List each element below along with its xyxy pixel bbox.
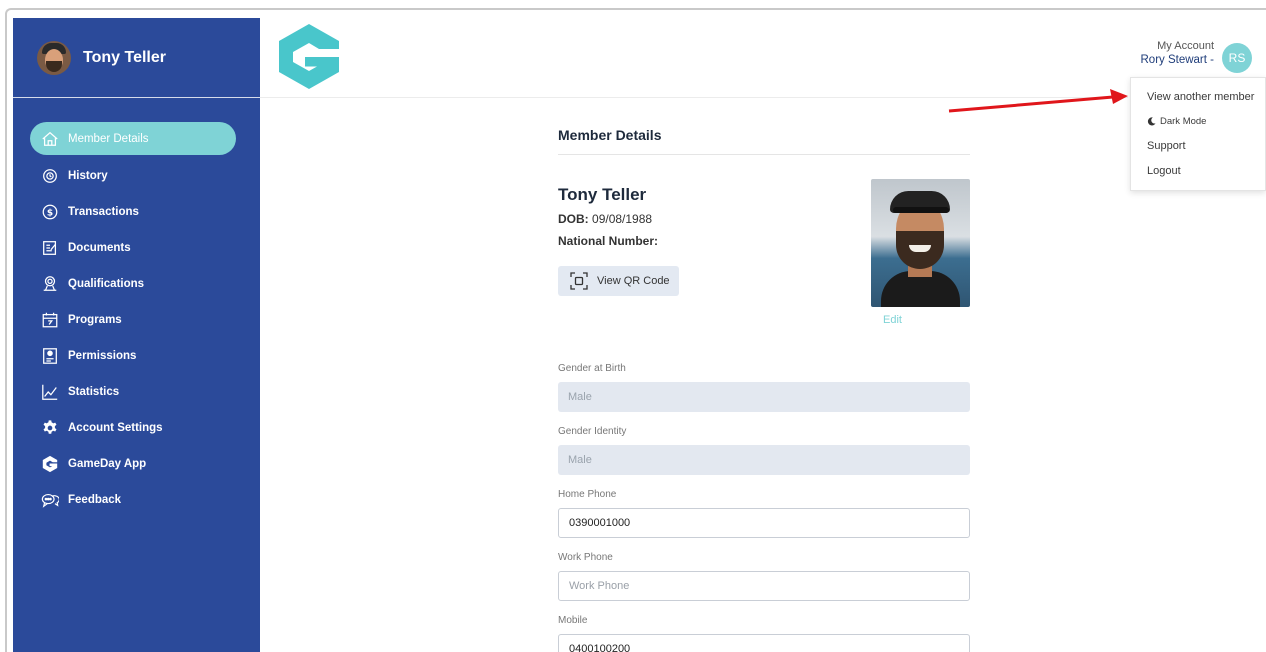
sidebar-item-label: Documents bbox=[68, 242, 131, 254]
sidebar-item-label: Programs bbox=[68, 314, 122, 326]
dob: DOB: 09/08/1988 bbox=[558, 212, 652, 226]
menu-item-view-another-member[interactable]: View another member bbox=[1147, 91, 1254, 103]
calendar-icon bbox=[41, 311, 59, 329]
sidebar-item-label: Transactions bbox=[68, 206, 139, 218]
sidebar-item-label: Statistics bbox=[68, 386, 120, 398]
page-title: Member Details bbox=[558, 127, 662, 143]
menu-item-logout[interactable]: Logout bbox=[1147, 165, 1181, 177]
document-icon bbox=[41, 239, 59, 257]
home-phone-label: Home Phone bbox=[558, 489, 617, 500]
avatar[interactable] bbox=[37, 40, 71, 75]
mobile-label: Mobile bbox=[558, 615, 588, 626]
dollar-icon: $ bbox=[41, 203, 59, 221]
account-avatar[interactable]: RS bbox=[1222, 43, 1252, 73]
edit-photo-link[interactable]: Edit bbox=[883, 314, 902, 326]
annotation-arrow bbox=[948, 89, 1128, 113]
svg-text:$: $ bbox=[47, 209, 53, 219]
sidebar-item-feedback[interactable]: Feedback bbox=[13, 482, 260, 518]
sidebar-item-permissions[interactable]: Permissions bbox=[13, 338, 260, 374]
menu-item-label: Dark Mode bbox=[1160, 116, 1207, 127]
work-phone-label: Work Phone bbox=[558, 552, 613, 563]
qr-scan-icon bbox=[570, 272, 588, 290]
statistics-icon bbox=[41, 383, 59, 401]
menu-item-dark-mode[interactable]: Dark Mode bbox=[1147, 116, 1206, 127]
gender-birth-field: Male bbox=[558, 382, 970, 412]
sidebar-item-label: GameDay App bbox=[68, 458, 147, 470]
permissions-icon bbox=[41, 347, 59, 365]
gender-identity-label: Gender Identity bbox=[558, 426, 627, 437]
sidebar-item-label: Account Settings bbox=[68, 422, 163, 434]
sidebar-item-member-details[interactable]: Member Details bbox=[30, 122, 236, 155]
menu-item-support[interactable]: Support bbox=[1147, 140, 1186, 152]
view-qr-code-button[interactable]: View QR Code bbox=[558, 266, 679, 296]
title-divider bbox=[558, 154, 970, 155]
account-dropdown: View another member Dark Mode Support Lo… bbox=[1130, 77, 1266, 191]
qr-button-label: View QR Code bbox=[597, 275, 670, 287]
account-menu-toggle[interactable]: My Account Rory Stewart - bbox=[1141, 40, 1215, 66]
sidebar-item-label: Qualifications bbox=[68, 278, 145, 290]
sidebar-item-programs[interactable]: Programs bbox=[13, 302, 260, 338]
sidebar-header: Tony Teller bbox=[13, 18, 260, 98]
gameday-logo-icon bbox=[41, 455, 59, 473]
qualification-icon bbox=[41, 275, 59, 293]
sidebar-user-name: Tony Teller bbox=[83, 48, 166, 66]
dob-label: DOB: bbox=[558, 212, 589, 226]
sidebar-item-transactions[interactable]: $ Transactions bbox=[13, 194, 260, 230]
sidebar-item-label: Permissions bbox=[68, 350, 137, 362]
member-photo bbox=[871, 179, 970, 307]
history-icon bbox=[41, 167, 59, 185]
national-number-label: National Number: bbox=[558, 234, 659, 248]
feedback-icon bbox=[41, 491, 59, 509]
sidebar-item-documents[interactable]: Documents bbox=[13, 230, 260, 266]
sidebar: Tony Teller Member Details History $ Tra… bbox=[13, 18, 260, 652]
sidebar-item-statistics[interactable]: Statistics bbox=[13, 374, 260, 410]
gear-icon bbox=[41, 419, 59, 437]
mobile-input[interactable]: 0400100200 bbox=[558, 634, 970, 652]
sidebar-item-label: Member Details bbox=[68, 132, 149, 145]
sidebar-item-history[interactable]: History bbox=[13, 158, 260, 194]
account-label: My Account bbox=[1157, 40, 1214, 52]
sidebar-item-account-settings[interactable]: Account Settings bbox=[13, 410, 260, 446]
work-phone-input[interactable]: Work Phone bbox=[558, 571, 970, 601]
sidebar-item-gameday-app[interactable]: GameDay App bbox=[13, 446, 260, 482]
sidebar-item-qualifications[interactable]: Qualifications bbox=[13, 266, 260, 302]
sidebar-item-label: Feedback bbox=[68, 494, 122, 506]
gender-birth-label: Gender at Birth bbox=[558, 363, 626, 374]
member-name: Tony Teller bbox=[558, 185, 647, 204]
home-icon bbox=[41, 130, 59, 148]
account-user-name: Rory Stewart - bbox=[1140, 54, 1215, 66]
sidebar-item-label: History bbox=[68, 170, 108, 182]
home-phone-input[interactable]: 0390001000 bbox=[558, 508, 970, 538]
sidebar-nav: Member Details History $ Transactions Do… bbox=[13, 98, 260, 518]
gameday-logo[interactable] bbox=[275, 22, 343, 90]
gender-identity-field: Male bbox=[558, 445, 970, 475]
dob-value: 09/08/1988 bbox=[592, 212, 653, 226]
moon-icon bbox=[1147, 117, 1156, 126]
